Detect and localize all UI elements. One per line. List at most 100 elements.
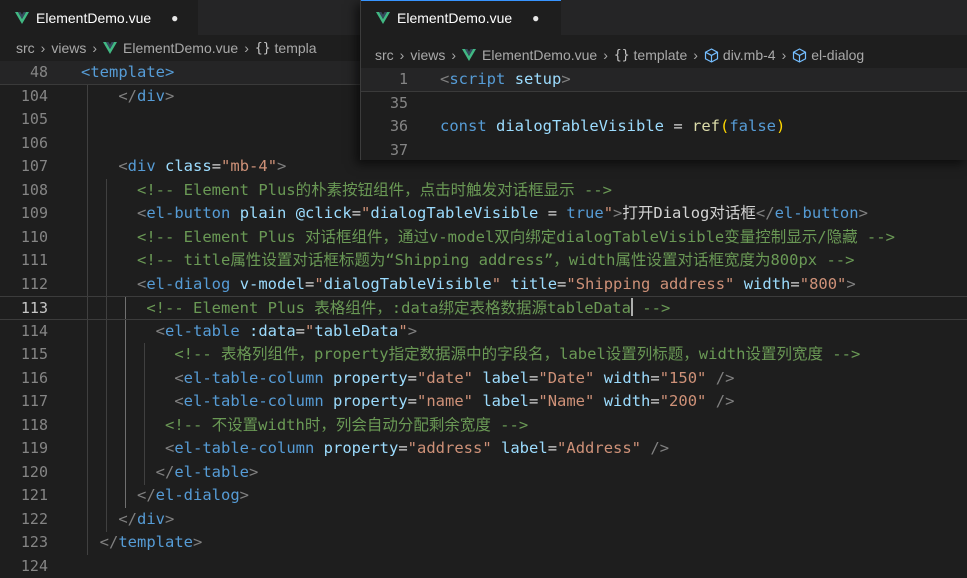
code-line[interactable]: 113 <!-- Element Plus 表格组件，:data绑定表格数据源t… bbox=[0, 296, 967, 320]
line-number: 118 bbox=[0, 414, 48, 438]
code-line[interactable]: 108 <!-- Element Plus的朴素按钮组件，点击时触发对话框显示 … bbox=[0, 179, 967, 203]
code-text: <!-- Element Plus 表格组件，:data绑定表格数据源table… bbox=[81, 297, 670, 321]
code-token: = bbox=[650, 392, 659, 410]
code-token: <!-- Element Plus 对话框组件，通过v-model双向绑定dia… bbox=[137, 228, 895, 246]
code-token bbox=[324, 369, 333, 387]
code-token: el-table-column bbox=[184, 369, 324, 387]
breadcrumb-el-dialog[interactable]: el-dialog bbox=[811, 47, 864, 63]
code-token: = bbox=[408, 392, 417, 410]
unsaved-dot-icon[interactable]: ● bbox=[532, 11, 539, 25]
code-token: div bbox=[137, 87, 165, 105]
breadcrumb-src[interactable]: src bbox=[16, 40, 35, 56]
breadcrumb-file[interactable]: ElementDemo.vue bbox=[123, 40, 238, 56]
line-number: 109 bbox=[0, 202, 48, 226]
right-tab-elementdemo[interactable]: ElementDemo.vue ● bbox=[361, 0, 561, 35]
code-token: = bbox=[548, 439, 557, 457]
code-token: " bbox=[604, 204, 613, 222]
line-number: 116 bbox=[0, 367, 48, 391]
braces-icon: {} bbox=[614, 48, 630, 63]
line-number: 114 bbox=[0, 320, 48, 344]
code-line[interactable]: 118 <!-- 不设置width时，列会自动分配剩余宽度 --> bbox=[0, 414, 967, 438]
code-line[interactable]: 124 bbox=[0, 555, 967, 578]
vue-file-icon bbox=[376, 12, 390, 24]
code-text: <!-- Element Plus 对话框组件，通过v-model双向绑定dia… bbox=[81, 226, 895, 250]
code-line[interactable]: 114 <el-table :data="tableData"> bbox=[0, 320, 967, 344]
line-number: 119 bbox=[0, 437, 48, 461]
code-text: <!-- 不设置width时，列会自动分配剩余宽度 --> bbox=[81, 414, 528, 438]
code-token: = bbox=[529, 369, 538, 387]
code-token: "address" bbox=[408, 439, 492, 457]
code-text: <script setup> bbox=[440, 68, 571, 92]
code-token: class bbox=[165, 157, 212, 175]
code-line[interactable]: 122 </div> bbox=[0, 508, 967, 532]
code-line[interactable]: 123 </template> bbox=[0, 531, 967, 555]
code-token: </ bbox=[756, 204, 775, 222]
code-token: <!-- 表格列组件，property指定数据源中的字段名，label设置列标题… bbox=[174, 345, 860, 363]
code-text: <el-table-column property="date" label="… bbox=[81, 367, 734, 391]
code-line[interactable]: 1<script setup> bbox=[361, 68, 967, 92]
line-number: 107 bbox=[0, 155, 48, 179]
line-number: 37 bbox=[361, 139, 408, 163]
code-line[interactable]: 112 <el-dialog v-model="dialogTableVisib… bbox=[0, 273, 967, 297]
code-line[interactable]: 119 <el-table-column property="address" … bbox=[0, 437, 967, 461]
code-token: div bbox=[128, 157, 156, 175]
code-token: </ bbox=[100, 533, 119, 551]
code-text: <div class="mb-4"> bbox=[81, 155, 286, 179]
code-token: false bbox=[729, 117, 776, 135]
code-token bbox=[81, 416, 165, 434]
code-token: plain bbox=[240, 204, 287, 222]
code-line[interactable]: 109 <el-button plain @click="dialogTable… bbox=[0, 202, 967, 226]
code-token bbox=[473, 392, 482, 410]
breadcrumb-template[interactable]: template bbox=[634, 47, 688, 63]
code-token: setup bbox=[515, 70, 562, 88]
breadcrumb-div[interactable]: div.mb-4 bbox=[723, 47, 776, 63]
code-token bbox=[706, 369, 715, 387]
line-number: 108 bbox=[0, 179, 48, 203]
code-line[interactable]: 111 <!-- title属性设置对话框标题为“Shipping addres… bbox=[0, 249, 967, 273]
line-number: 106 bbox=[0, 132, 48, 156]
code-token: "800" bbox=[800, 275, 847, 293]
breadcrumb-views[interactable]: views bbox=[51, 40, 86, 56]
line-number: 36 bbox=[361, 115, 408, 139]
breadcrumb-file[interactable]: ElementDemo.vue bbox=[482, 47, 597, 63]
code-token bbox=[81, 299, 146, 317]
code-token: < bbox=[137, 275, 146, 293]
line-number: 122 bbox=[0, 508, 48, 532]
code-token bbox=[706, 392, 715, 410]
code-line[interactable]: 115 <!-- 表格列组件，property指定数据源中的字段名，label设… bbox=[0, 343, 967, 367]
code-line[interactable]: 35 bbox=[361, 92, 967, 116]
code-token: = bbox=[296, 322, 305, 340]
left-tab-elementdemo[interactable]: ElementDemo.vue ● bbox=[0, 0, 198, 35]
code-token: <template> bbox=[81, 63, 174, 81]
code-text: </el-table> bbox=[81, 461, 258, 485]
code-token: el-table-column bbox=[184, 392, 324, 410]
line-number: 104 bbox=[0, 85, 48, 109]
code-token: dialogTableVisible bbox=[324, 275, 492, 293]
code-token bbox=[81, 369, 174, 387]
chevron-right-icon: › bbox=[693, 47, 698, 63]
code-text: <template> bbox=[81, 61, 174, 85]
code-line[interactable]: 36const dialogTableVisible = ref(false) bbox=[361, 115, 967, 139]
code-line[interactable]: 116 <el-table-column property="date" lab… bbox=[0, 367, 967, 391]
code-token: property bbox=[324, 439, 399, 457]
code-token: dialogTableVisible bbox=[370, 204, 538, 222]
code-token bbox=[505, 70, 514, 88]
breadcrumb-views[interactable]: views bbox=[410, 47, 445, 63]
breadcrumb-src[interactable]: src bbox=[375, 47, 394, 63]
code-token: < bbox=[174, 369, 183, 387]
code-line[interactable]: 110 <!-- Element Plus 对话框组件，通过v-model双向绑… bbox=[0, 226, 967, 250]
code-line[interactable]: 121 </el-dialog> bbox=[0, 484, 967, 508]
code-token: ( bbox=[720, 117, 729, 135]
right-editor: ElementDemo.vue ● src › views › ElementD… bbox=[360, 0, 967, 160]
code-line[interactable]: 37 bbox=[361, 139, 967, 163]
breadcrumb-template[interactable]: templa bbox=[275, 40, 317, 56]
line-number: 123 bbox=[0, 531, 48, 555]
code-token: property bbox=[333, 369, 408, 387]
code-token: template bbox=[118, 533, 193, 551]
unsaved-dot-icon[interactable]: ● bbox=[171, 11, 178, 25]
code-line[interactable]: 120 </el-table> bbox=[0, 461, 967, 485]
code-token: dialogTableVisible bbox=[496, 117, 664, 135]
code-line[interactable]: 117 <el-table-column property="name" lab… bbox=[0, 390, 967, 414]
code-token: label bbox=[501, 439, 548, 457]
right-code-area[interactable]: 1<script setup>3536const dialogTableVisi… bbox=[361, 68, 967, 160]
